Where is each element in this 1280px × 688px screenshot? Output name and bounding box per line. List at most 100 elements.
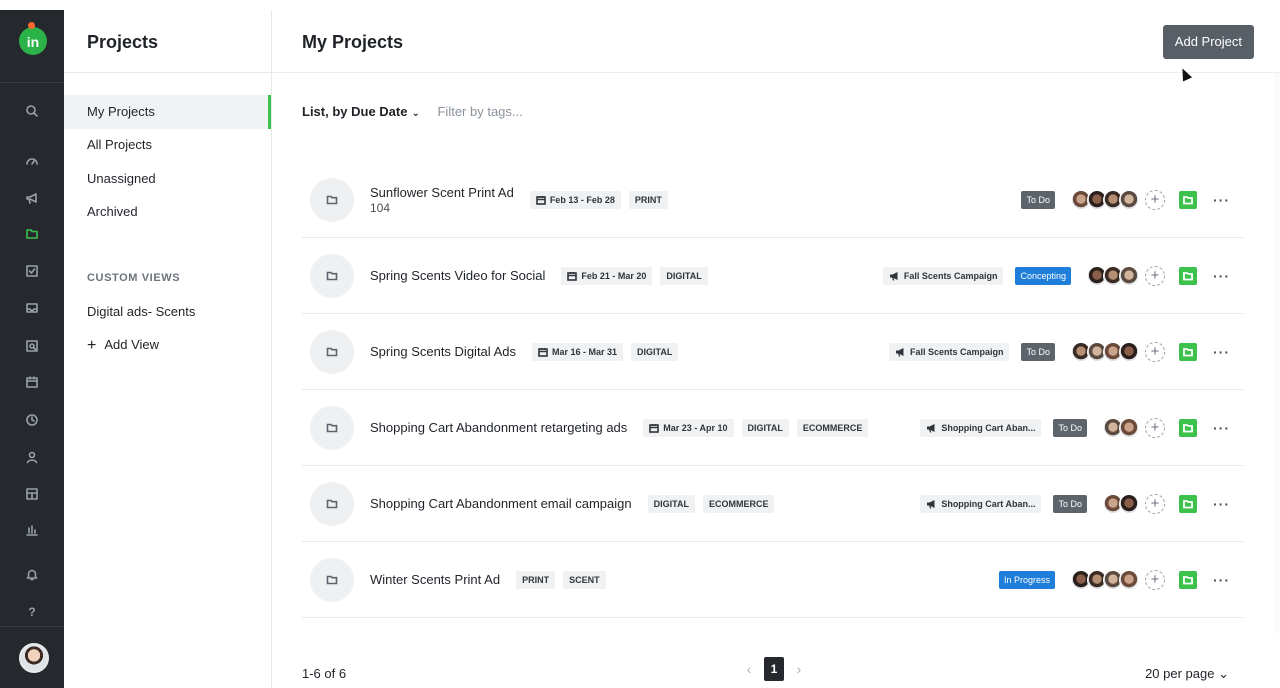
- status-badge[interactable]: To Do: [1053, 419, 1087, 437]
- bell-icon[interactable]: [22, 564, 42, 584]
- inbox-icon[interactable]: [22, 298, 42, 318]
- project-title[interactable]: Shopping Cart Abandonment email campaign: [370, 496, 632, 511]
- assignee-avatars[interactable]: [1071, 570, 1139, 590]
- folder-icon[interactable]: [310, 253, 354, 298]
- next-page-icon[interactable]: ›: [784, 661, 814, 677]
- tag-chip[interactable]: ECOMMERCE: [796, 418, 869, 437]
- add-assignee-icon[interactable]: +: [1145, 342, 1165, 362]
- row-right-group: Shopping Cart Aban... To Do + ···: [912, 466, 1243, 542]
- megaphone-icon: [927, 500, 935, 509]
- project-folder-icon[interactable]: [1179, 267, 1197, 285]
- project-folder-icon[interactable]: [1179, 191, 1197, 209]
- folder-icon[interactable]: [22, 224, 42, 244]
- megaphone-icon[interactable]: [22, 188, 42, 208]
- status-badge[interactable]: To Do: [1021, 191, 1055, 209]
- user-avatar[interactable]: [19, 643, 49, 673]
- add-assignee-icon[interactable]: +: [1145, 494, 1165, 514]
- more-options-icon[interactable]: ···: [1213, 420, 1243, 436]
- project-title[interactable]: Sunflower Scent Print Ad 104: [370, 185, 514, 215]
- prev-page-icon[interactable]: ‹: [734, 661, 764, 677]
- project-folder-icon[interactable]: [1179, 343, 1197, 361]
- megaphone-icon: [889, 272, 898, 281]
- status-badge[interactable]: Concepting: [1015, 267, 1071, 285]
- more-options-icon[interactable]: ···: [1213, 344, 1243, 360]
- tag-chip[interactable]: DIGITAL: [647, 494, 695, 513]
- add-assignee-icon[interactable]: +: [1145, 570, 1165, 590]
- project-title[interactable]: Spring Scents Digital Ads: [370, 344, 516, 359]
- status-badge[interactable]: To Do: [1053, 495, 1087, 513]
- person-icon[interactable]: [22, 447, 42, 467]
- help-icon[interactable]: ?: [22, 602, 42, 622]
- per-page-select[interactable]: 20 per page ⌄: [1145, 666, 1229, 682]
- add-assignee-icon[interactable]: +: [1145, 190, 1165, 210]
- search-icon[interactable]: [22, 101, 42, 121]
- more-options-icon[interactable]: ···: [1213, 496, 1243, 512]
- tag-chip[interactable]: ECOMMERCE: [702, 494, 775, 513]
- dashboard-icon[interactable]: [22, 151, 42, 171]
- add-assignee-icon[interactable]: +: [1145, 418, 1165, 438]
- assignee-avatars[interactable]: [1103, 494, 1139, 514]
- clock-icon[interactable]: [22, 410, 42, 430]
- project-title[interactable]: Shopping Cart Abandonment retargeting ad…: [370, 420, 627, 435]
- current-page[interactable]: 1: [764, 657, 784, 681]
- sidebar-item-unassigned[interactable]: Unassigned: [64, 162, 271, 196]
- date-range-chip: Feb 13 - Feb 28: [529, 190, 621, 209]
- status-badge[interactable]: To Do: [1021, 343, 1055, 361]
- app-logo[interactable]: in: [19, 22, 47, 55]
- filter-bar: List, by Due Date ⌄ Filter by tags...: [302, 104, 523, 119]
- status-badge[interactable]: In Progress: [998, 571, 1055, 589]
- tag-chip[interactable]: PRINT: [628, 190, 668, 209]
- project-folder-icon[interactable]: [1179, 495, 1197, 513]
- add-assignee-icon[interactable]: +: [1145, 266, 1165, 286]
- project-row[interactable]: Spring Scents Video for Social Feb 21 - M…: [302, 238, 1243, 314]
- more-options-icon[interactable]: ···: [1213, 572, 1243, 588]
- avatar: [1119, 418, 1139, 438]
- view-selector[interactable]: List, by Due Date ⌄: [302, 104, 420, 119]
- tag-chip[interactable]: DIGITAL: [631, 342, 679, 361]
- project-title[interactable]: Winter Scents Print Ad: [370, 572, 500, 587]
- sidebar-item-archived[interactable]: Archived: [64, 195, 271, 229]
- sidebar-item-all-projects[interactable]: All Projects: [64, 128, 271, 162]
- folder-icon[interactable]: [310, 177, 354, 222]
- folder-icon[interactable]: [310, 481, 354, 526]
- checkbox-icon[interactable]: [22, 261, 42, 281]
- project-folder-icon[interactable]: [1179, 419, 1197, 437]
- add-project-button[interactable]: Add Project: [1162, 25, 1254, 59]
- sidebar-item-my-projects[interactable]: My Projects: [64, 95, 271, 129]
- project-folder-icon[interactable]: [1179, 571, 1197, 589]
- project-row[interactable]: Sunflower Scent Print Ad 104 Feb 13 - Feb …: [302, 162, 1243, 238]
- date-range-text: Mar 23 - Apr 10: [663, 422, 728, 433]
- sidebar-header: Projects: [64, 10, 271, 73]
- folder-icon[interactable]: [310, 329, 354, 374]
- project-row[interactable]: Shopping Cart Abandonment retargeting ad…: [302, 390, 1243, 466]
- tag-chip[interactable]: DIGITAL: [660, 266, 708, 285]
- calendar-icon[interactable]: [22, 372, 42, 392]
- campaign-chip[interactable]: Shopping Cart Aban...: [920, 495, 1042, 513]
- folder-icon[interactable]: [310, 405, 354, 450]
- more-options-icon[interactable]: ···: [1213, 268, 1243, 284]
- assignee-avatars[interactable]: [1103, 418, 1139, 438]
- tag-chip[interactable]: PRINT: [516, 570, 556, 589]
- tag-chip[interactable]: SCENT: [563, 570, 606, 589]
- scrollbar[interactable]: [1274, 73, 1280, 633]
- campaign-chip[interactable]: Fall Scents Campaign: [888, 343, 1010, 361]
- tag-filter-input[interactable]: Filter by tags...: [437, 104, 522, 119]
- folder-icon[interactable]: [310, 557, 354, 602]
- more-options-icon[interactable]: ···: [1213, 192, 1243, 208]
- project-row[interactable]: Spring Scents Digital Ads Mar 16 - Mar 31…: [302, 314, 1243, 390]
- add-view-link[interactable]: + Add View: [87, 336, 159, 354]
- board-icon[interactable]: [22, 484, 42, 504]
- project-row[interactable]: Shopping Cart Abandonment email campaign…: [302, 466, 1243, 542]
- project-title[interactable]: Spring Scents Video for Social: [370, 268, 545, 283]
- assignee-avatars[interactable]: [1071, 342, 1139, 362]
- reports-icon[interactable]: [22, 520, 42, 540]
- proofing-icon[interactable]: [22, 336, 42, 356]
- sidebar-item-custom-view[interactable]: Digital ads- Scents: [64, 295, 271, 329]
- megaphone-icon: [927, 424, 935, 433]
- campaign-chip[interactable]: Fall Scents Campaign: [882, 267, 1004, 285]
- assignee-avatars[interactable]: [1087, 266, 1139, 286]
- tag-chip[interactable]: DIGITAL: [741, 418, 789, 437]
- assignee-avatars[interactable]: [1071, 190, 1139, 210]
- project-row[interactable]: Winter Scents Print Ad PRINT SCENT In Progr…: [302, 542, 1243, 618]
- campaign-chip[interactable]: Shopping Cart Aban...: [920, 419, 1042, 437]
